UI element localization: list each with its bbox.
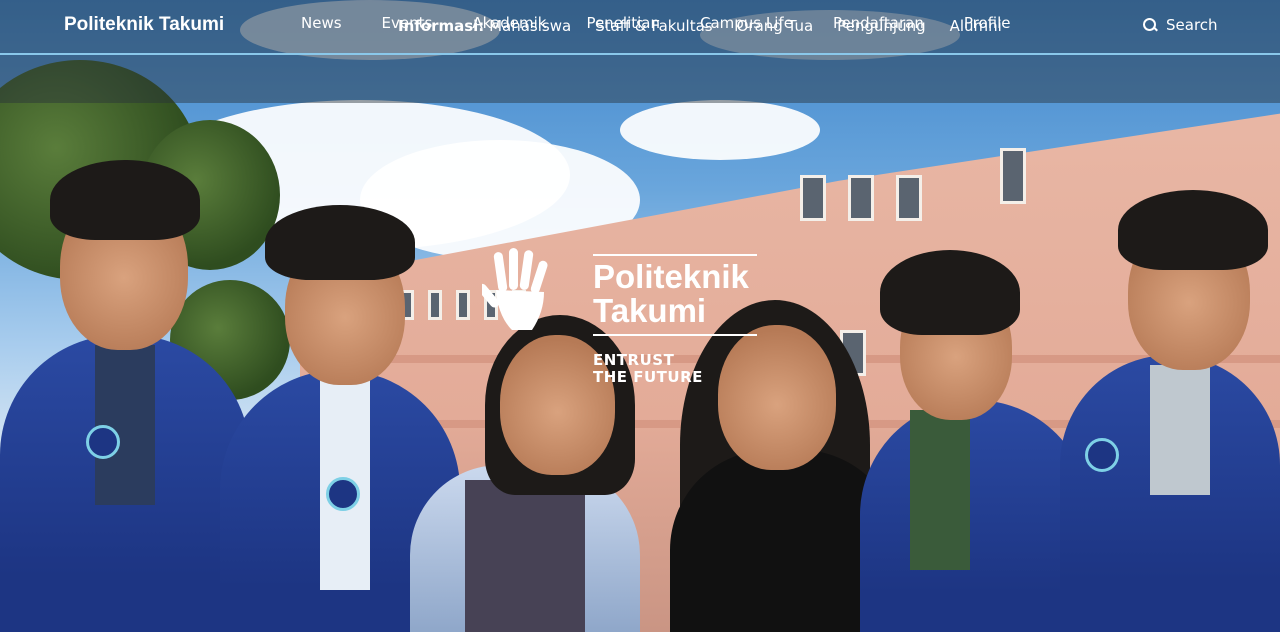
search-icon bbox=[1143, 17, 1158, 33]
main-navigation-bar bbox=[0, 55, 1280, 103]
main-nav: News Events Akademik Penelitian Campus L… bbox=[301, 14, 1011, 32]
nav-item-campus-life[interactable]: Campus Life bbox=[700, 14, 793, 32]
nav-item-events[interactable]: Events bbox=[382, 14, 433, 32]
hero-logo: Politeknik Takumi ENTRUST THE FUTURE bbox=[482, 246, 802, 396]
search-label: Search bbox=[1166, 16, 1218, 34]
nav-item-pendaftaran[interactable]: Pendaftaran bbox=[833, 14, 924, 32]
logo-title: Politeknik Takumi bbox=[593, 254, 757, 336]
cloud bbox=[620, 100, 820, 160]
logo-title-line: Takumi bbox=[593, 292, 707, 329]
tagline-line: ENTRUST bbox=[593, 351, 675, 369]
nav-item-news[interactable]: News bbox=[301, 14, 342, 32]
building-windows bbox=[1000, 148, 1026, 204]
raised-hand-icon bbox=[482, 248, 548, 330]
student-photo bbox=[0, 160, 250, 632]
building-windows bbox=[800, 175, 922, 221]
search-button[interactable]: Search bbox=[1143, 16, 1218, 34]
logo-title-line: Politeknik bbox=[593, 258, 749, 295]
student-photo bbox=[860, 250, 1090, 632]
nav-item-akademik[interactable]: Akademik bbox=[472, 14, 546, 32]
logo-tagline: ENTRUST THE FUTURE bbox=[593, 352, 703, 386]
nav-item-profile[interactable]: Profile bbox=[964, 14, 1011, 32]
tagline-line: THE FUTURE bbox=[593, 368, 703, 386]
nav-item-penelitian[interactable]: Penelitian bbox=[586, 14, 660, 32]
student-photo bbox=[1060, 190, 1280, 632]
brand-logo-text[interactable]: Politeknik Takumi bbox=[64, 14, 224, 36]
